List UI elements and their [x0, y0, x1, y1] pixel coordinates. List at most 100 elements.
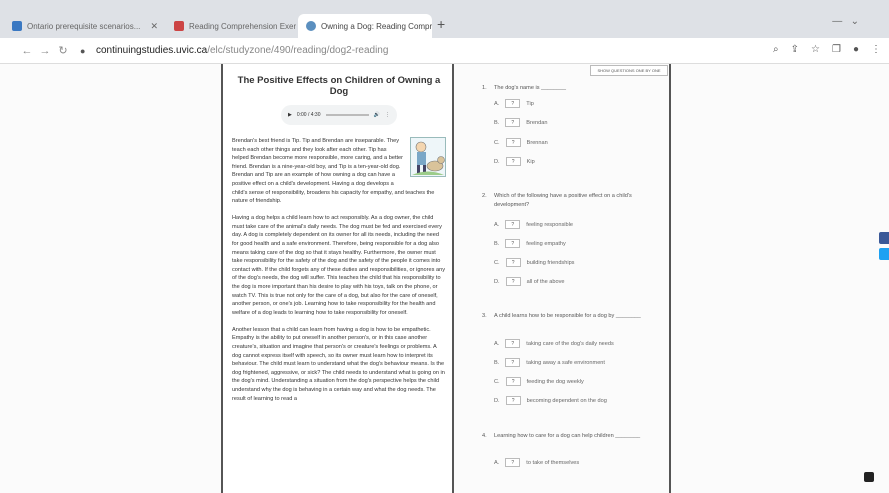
- questions-panel: SHOW QUESTIONS ONE BY ONE 1. The dog's n…: [456, 64, 671, 493]
- audio-more-icon[interactable]: ⋮: [385, 112, 390, 118]
- profile-icon[interactable]: ●: [853, 44, 859, 55]
- bookmark-star-icon[interactable]: ☆: [811, 44, 820, 55]
- audio-player[interactable]: ▶ 0:00 / 4:30 🔊 ⋮: [281, 105, 397, 125]
- option-text: feeling empathy: [526, 240, 566, 247]
- question-text: A child learns how to be responsible for…: [494, 313, 641, 319]
- window-controls[interactable]: — ⌄: [832, 16, 859, 27]
- question-prompt: 3. A child learns how to be responsible …: [482, 312, 654, 321]
- answer-select[interactable]: ?: [505, 138, 521, 147]
- answer-option[interactable]: D.? all of the above: [494, 277, 565, 286]
- menu-icon[interactable]: ⋮: [871, 44, 881, 55]
- answer-select[interactable]: ?: [505, 118, 521, 127]
- zoom-icon[interactable]: ⌕: [773, 44, 779, 55]
- answer-option[interactable]: B.? feeling empathy: [494, 239, 566, 248]
- answer-select[interactable]: ?: [505, 358, 521, 367]
- answer-option[interactable]: A.? to take of themselves: [494, 458, 579, 467]
- browser-tab-active[interactable]: Owning a Dog: Reading Compreh... ✕: [298, 14, 432, 38]
- boy-and-dog-illustration: [410, 137, 446, 177]
- option-letter: B.: [494, 119, 500, 126]
- option-letter: D.: [494, 158, 500, 165]
- question-number: 1.: [482, 85, 487, 91]
- audio-time: 0:00 / 4:30: [296, 112, 321, 118]
- answer-select[interactable]: ?: [505, 339, 521, 348]
- answer-option[interactable]: C.? building friendships: [494, 258, 574, 267]
- forward-arrow-icon[interactable]: →: [36, 45, 54, 57]
- option-letter: A.: [494, 221, 500, 228]
- option-text: all of the above: [526, 278, 565, 285]
- answer-option[interactable]: A.? Tip: [494, 99, 534, 108]
- back-arrow-icon[interactable]: ←: [18, 45, 36, 57]
- option-letter: A.: [494, 100, 500, 107]
- twitter-share-icon[interactable]: [879, 248, 889, 260]
- reading-title: The Positive Effects on Children of Owni…: [237, 75, 441, 97]
- answer-select[interactable]: ?: [505, 277, 521, 286]
- question-number: 4.: [482, 433, 487, 439]
- facebook-share-icon[interactable]: [879, 232, 889, 244]
- option-text: becoming dependent on the dog: [526, 397, 607, 404]
- url-host: continuingstudies.uvic.ca: [96, 45, 208, 56]
- reload-icon[interactable]: ↻: [54, 44, 72, 57]
- answer-option[interactable]: C.? Brennan: [494, 138, 548, 147]
- answer-select[interactable]: ?: [505, 239, 521, 248]
- option-letter: C.: [494, 139, 500, 146]
- volume-icon[interactable]: 🔊: [374, 112, 380, 118]
- question-text: The dog's name is ________: [494, 85, 566, 91]
- option-text: Brendan: [526, 119, 548, 126]
- url-path: /elc/studyzone/490/reading/dog2-reading: [207, 45, 389, 56]
- option-text: taking care of the dog's daily needs: [526, 340, 614, 347]
- show-questions-one-by-one-button[interactable]: SHOW QUESTIONS ONE BY ONE: [590, 65, 668, 76]
- passage-paragraph: Having a dog helps a child learn how to …: [232, 215, 445, 316]
- option-text: building friendships: [526, 259, 575, 266]
- browser-toolbar: ← → ↻ ● continuingstudies.uvic.ca/elc/st…: [0, 38, 889, 64]
- answer-option[interactable]: D.? Kip: [494, 157, 535, 166]
- answer-select[interactable]: ?: [505, 396, 521, 405]
- answer-select[interactable]: ?: [505, 377, 521, 386]
- address-bar[interactable]: ● continuingstudies.uvic.ca/elc/studyzon…: [80, 41, 840, 61]
- option-text: taking away a safe environment: [526, 359, 605, 366]
- sidepanel-icon[interactable]: ❐: [832, 44, 841, 55]
- option-letter: C.: [494, 259, 500, 266]
- close-tab-icon[interactable]: ✕: [150, 21, 158, 32]
- audio-progress-bar[interactable]: [325, 114, 369, 116]
- answer-option[interactable]: B.? taking away a safe environment: [494, 358, 605, 367]
- option-letter: D.: [494, 278, 500, 285]
- answer-select[interactable]: ?: [505, 458, 521, 467]
- question-text: Learning how to care for a dog can help …: [494, 433, 641, 439]
- page-content: The Positive Effects on Children of Owni…: [0, 64, 889, 493]
- share-icon[interactable]: ⇪: [791, 44, 799, 55]
- tab-label: Ontario prerequisite scenarios...: [27, 21, 141, 31]
- question-prompt: 4. Learning how to care for a dog can he…: [482, 432, 654, 441]
- option-letter: C.: [494, 378, 500, 385]
- question-prompt: 1. The dog's name is ________: [482, 84, 654, 93]
- answer-select[interactable]: ?: [505, 157, 521, 166]
- tab-strip: Ontario prerequisite scenarios... ✕ Read…: [0, 0, 889, 38]
- new-tab-button[interactable]: +: [437, 16, 445, 32]
- option-text: feeling responsible: [526, 221, 573, 228]
- browser-tab[interactable]: Reading Comprehension Exercises ✕: [166, 14, 296, 38]
- toolbar-icons: ⌕ ⇪ ☆ ❐ ● ⋮: [773, 44, 881, 55]
- answer-option[interactable]: D.? becoming dependent on the dog: [494, 396, 607, 405]
- option-letter: A.: [494, 340, 500, 347]
- option-letter: D.: [494, 397, 500, 404]
- option-text: Kip: [526, 158, 535, 165]
- answer-select[interactable]: ?: [505, 220, 521, 229]
- option-text: Brennan: [526, 139, 548, 146]
- answer-option[interactable]: A.? feeling responsible: [494, 220, 573, 229]
- question-number: 3.: [482, 313, 487, 319]
- play-icon[interactable]: ▶: [288, 112, 292, 118]
- site-favicon-icon: [174, 21, 184, 31]
- answer-option[interactable]: C.? feeding the dog weekly: [494, 377, 584, 386]
- answer-option[interactable]: A.? taking care of the dog's daily needs: [494, 339, 614, 348]
- tab-label: Owning a Dog: Reading Compreh...: [321, 21, 432, 31]
- site-favicon-icon: [12, 21, 22, 31]
- answer-select[interactable]: ?: [505, 99, 521, 108]
- browser-tab[interactable]: Ontario prerequisite scenarios... ✕: [4, 14, 166, 38]
- option-text: feeding the dog weekly: [526, 378, 584, 385]
- option-letter: A.: [494, 459, 500, 466]
- answer-select[interactable]: ?: [505, 258, 521, 267]
- site-favicon-icon: [306, 21, 316, 31]
- scroll-top-button[interactable]: [864, 472, 874, 482]
- tab-label: Reading Comprehension Exercises: [189, 21, 296, 31]
- answer-option[interactable]: B.? Brendan: [494, 118, 547, 127]
- option-text: to take of themselves: [526, 459, 580, 466]
